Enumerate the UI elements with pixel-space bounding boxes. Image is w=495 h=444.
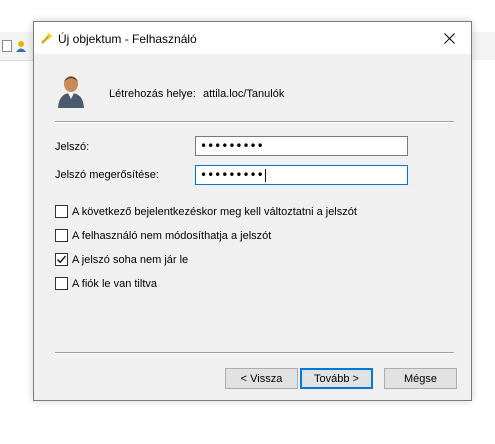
background-pane	[470, 60, 495, 398]
new-user-dialog: Új objektum - Felhasználó Létrehozás hel…	[33, 21, 472, 401]
option-account-disabled[interactable]: A fiók le van tiltva	[55, 277, 157, 290]
option-label: A fiók le van tiltva	[72, 277, 157, 290]
password-field[interactable]: •••••••••	[195, 136, 408, 156]
close-icon	[443, 32, 455, 44]
option-label: A felhasználó nem módosíthatja a jelszót	[72, 229, 272, 242]
dialog-title: Új objektum - Felhasználó	[58, 32, 197, 46]
option-label: A következő bejelentkezéskor meg kell vá…	[72, 205, 357, 218]
separator	[55, 121, 454, 123]
checkbox[interactable]	[55, 205, 68, 218]
location-label: Létrehozás helye:	[109, 88, 196, 100]
password-label: Jelszó:	[55, 141, 90, 153]
confirm-password-value: •••••••••	[200, 168, 264, 182]
confirm-password-field[interactable]: •••••••••	[195, 165, 408, 185]
checkbox-checked[interactable]	[55, 253, 68, 266]
close-button[interactable]	[427, 22, 471, 54]
user-icon	[56, 74, 86, 108]
separator	[55, 352, 454, 354]
password-value: •••••••••	[200, 139, 264, 153]
new-object-icon	[40, 31, 54, 45]
checkbox[interactable]	[55, 229, 68, 242]
option-password-never-expires[interactable]: A jelszó soha nem jár le	[55, 253, 188, 266]
title-bar[interactable]: Új objektum - Felhasználó	[34, 22, 471, 54]
next-button[interactable]: Tovább >	[300, 368, 373, 389]
document-icon[interactable]	[2, 40, 12, 52]
checkbox[interactable]	[55, 277, 68, 290]
cancel-button[interactable]: Mégse	[384, 368, 457, 389]
text-caret	[264, 169, 266, 182]
new-user-icon[interactable]	[15, 40, 27, 52]
confirm-password-label: Jelszó megerősítése:	[55, 169, 159, 181]
option-label: A jelszó soha nem jár le	[72, 253, 189, 266]
location-value: attila.loc/Tanulók	[203, 88, 285, 100]
option-cannot-change-password[interactable]: A felhasználó nem módosíthatja a jelszót	[55, 229, 271, 242]
option-must-change-password[interactable]: A következő bejelentkezéskor meg kell vá…	[55, 205, 357, 218]
background-window-top	[0, 0, 495, 10]
checkmark-icon	[57, 255, 66, 264]
back-button[interactable]: < Vissza	[225, 368, 298, 389]
